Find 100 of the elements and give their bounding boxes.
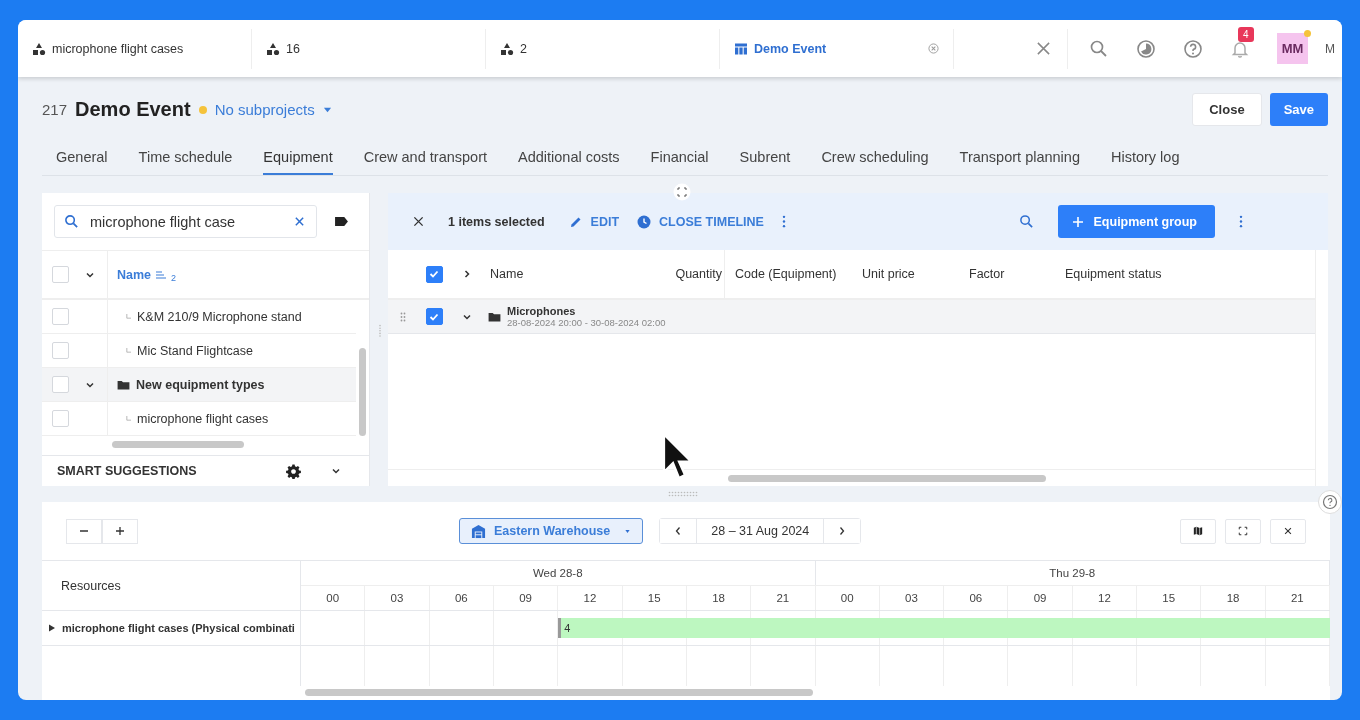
chevron-down-icon[interactable] [331,466,341,476]
map-button[interactable] [1180,518,1216,544]
save-button[interactable]: Save [1269,93,1328,126]
user-name: M [1325,41,1335,56]
column-header[interactable]: Code (Equipment) [725,250,856,298]
top-tab[interactable]: 16 [252,28,486,69]
equipment-name[interactable]: Mic Stand Flightcase [137,343,254,358]
drag-handle[interactable] [400,311,406,322]
checkmark-icon [428,268,440,280]
hour-label: 06 [429,586,494,610]
scrollbar[interactable] [728,475,1046,482]
hour-label: 15 [1137,586,1202,610]
top-tab[interactable]: 2 [486,28,720,69]
tag-icon[interactable] [334,216,349,227]
add-equipment-group-button[interactable]: Equipment group [1057,205,1215,238]
project-title: Demo Event [75,98,191,121]
search-icon[interactable] [1089,38,1109,59]
caret-right-icon[interactable] [48,624,56,632]
project-number: 217 [42,101,68,118]
hour-label: 12 [558,586,623,610]
chevron-right-icon [838,526,847,536]
tab[interactable]: Subrent [739,144,791,175]
column-header[interactable]: Quantity [664,250,725,298]
scrollbar[interactable] [112,441,244,448]
zoom-in-button[interactable] [102,518,138,544]
chevron-left-icon [674,526,683,536]
column-header: Resources [42,561,301,611]
sort-order: 2 [171,272,177,283]
tab[interactable]: General [56,144,108,175]
search-field[interactable]: microphone flight case [54,205,317,238]
column-header[interactable]: Unit price [856,250,963,298]
top-tab[interactable]: microphone flight cases [18,28,252,69]
hour-label: 09 [1008,586,1073,610]
tree-branch-icon [126,348,131,353]
column-header[interactable]: Name [117,267,152,282]
shapes-icon [266,41,280,56]
warehouse-dropdown[interactable]: Eastern Warehouse [459,518,644,544]
hour-label: 12 [1072,586,1138,610]
date-range: 28-08-2024 20:00 - 30-08-2024 02:00 [507,317,666,328]
tree-branch-icon [126,314,131,319]
scrollbar[interactable] [359,348,366,436]
resize-handle[interactable] [668,491,698,497]
more-icon[interactable] [1239,215,1243,228]
resource-name[interactable]: microphone flight cases (Physical combinati [62,622,295,634]
tab[interactable]: Additional costs [518,144,620,175]
column-header[interactable]: Name [484,250,664,298]
folder-icon [117,379,130,390]
column-header[interactable]: Factor [963,250,1059,298]
caret-icon [322,106,332,113]
equipment-name[interactable]: K&M 210/9 Microphone stand [137,309,302,324]
tab[interactable]: Transport planning [959,144,1080,175]
hour-label: 03 [365,586,430,610]
edit-button[interactable]: EDIT [568,214,620,229]
scrollbar[interactable] [305,689,813,696]
group-name: Microphones [507,305,577,317]
hour-label: 00 [301,586,366,610]
day-label: Wed 28-8 [301,561,816,585]
tab[interactable]: Financial [650,144,709,175]
hour-label: 09 [493,586,559,610]
chevron-right-icon[interactable] [462,269,472,279]
equipment-name[interactable]: microphone flight cases [137,411,269,426]
close-icon[interactable] [413,216,424,227]
shapes-icon [32,41,46,56]
plus-icon [1071,215,1084,228]
tab[interactable]: Crew scheduling [821,144,929,175]
close-timeline-button[interactable]: CLOSE TIMELINE [637,214,764,229]
tab[interactable]: Equipment [263,144,333,175]
hour-label: 21 [751,586,816,610]
checkbox[interactable] [425,265,443,283]
booking-bar[interactable]: 4 [558,618,1330,638]
settings-icon[interactable] [286,463,301,479]
theme-icon[interactable] [1136,38,1156,59]
table-icon [734,41,748,56]
tab[interactable]: Crew and transport [363,144,487,175]
close-button[interactable]: Close [1192,93,1262,126]
help-icon[interactable] [1183,38,1203,59]
fullscreen-icon [1238,526,1248,536]
caret-icon [624,528,632,534]
search-icon[interactable] [1018,214,1034,229]
top-tab[interactable]: Demo Event [720,28,954,69]
notification-badge: 4 [1238,26,1254,42]
shapes-icon [500,41,514,56]
subprojects-dropdown[interactable]: No subprojects [214,101,332,118]
section-title: SMART SUGGESTIONS [57,464,198,478]
group-name[interactable]: New equipment types [136,377,265,392]
hour-label: 06 [944,586,1009,610]
tab[interactable]: History log [1110,144,1180,175]
user-avatar[interactable]: MM [1277,33,1308,64]
sort-icon[interactable] [155,269,168,280]
hour-label: 18 [686,586,752,610]
column-header[interactable]: Equipment status [1059,250,1315,298]
checkbox[interactable] [425,308,443,325]
more-icon[interactable] [781,215,786,228]
plus-icon [115,526,125,536]
clock-icon [637,214,652,229]
hour-label: 15 [622,586,687,610]
hour-label: 18 [1201,586,1266,610]
clear-icon[interactable] [294,216,305,227]
tab[interactable]: Time schedule [138,144,233,175]
folder-icon [488,311,501,322]
